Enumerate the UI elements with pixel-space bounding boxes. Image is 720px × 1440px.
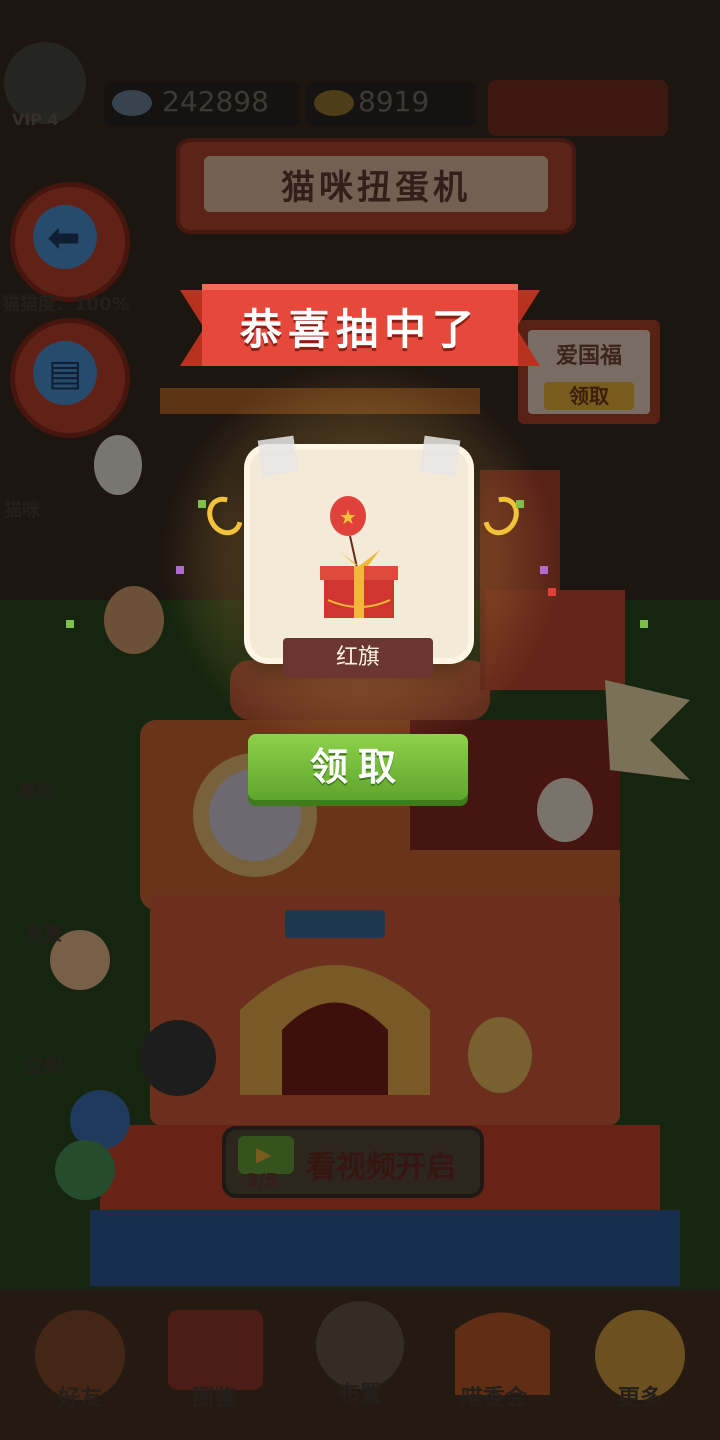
confetti-dot: [540, 566, 548, 574]
confetti-dot: [198, 500, 206, 508]
confetti-dot: [640, 620, 648, 628]
tape-left-icon: [257, 435, 299, 477]
svg-text:★: ★: [339, 505, 357, 529]
claim-reward-button[interactable]: 领取: [248, 734, 468, 800]
confetti-dot: [548, 588, 556, 596]
tape-right-icon: [419, 435, 461, 477]
red-gift-box-with-balloon-icon: ★: [320, 496, 398, 618]
congrats-text: 恭喜抽中了: [239, 305, 480, 354]
confetti-dot: [66, 620, 74, 628]
confetti-dot: [176, 566, 184, 574]
confetti-dot: [516, 500, 524, 508]
reward-card: ★: [250, 435, 468, 658]
reward-name-plate: 红旗: [283, 638, 433, 678]
